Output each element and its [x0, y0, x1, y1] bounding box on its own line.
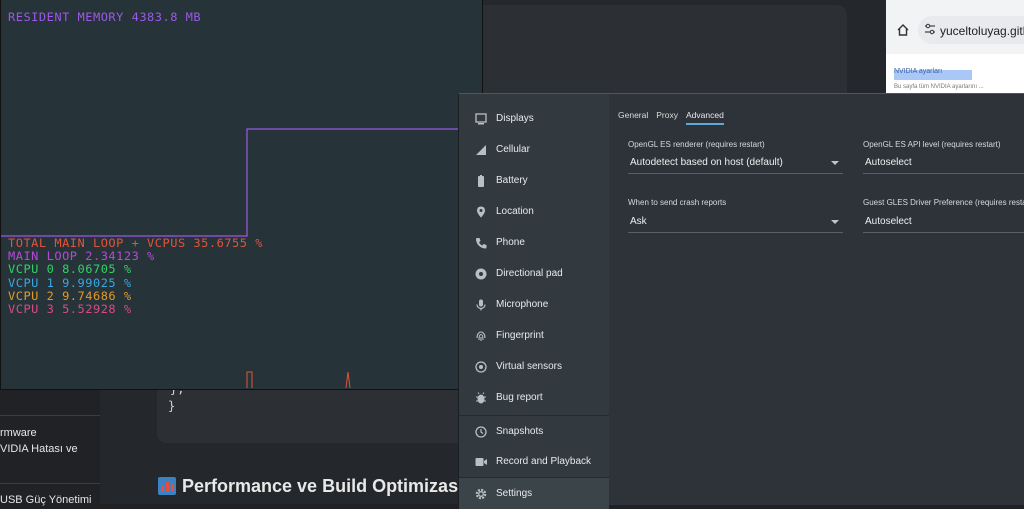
display-icon	[475, 112, 487, 124]
record-icon	[475, 457, 487, 466]
vcpu2-label: VCPU 2 9.74686 %	[8, 289, 132, 303]
section-title-text: Performance ve Build Optimizasy	[182, 476, 469, 496]
nav-item-label: Microphone	[496, 299, 549, 310]
nav-item-location[interactable]: Location	[459, 196, 609, 227]
nav-item-microphone[interactable]: Microphone	[459, 289, 609, 320]
vcpu3-label: VCPU 3 5.52928 %	[8, 302, 132, 316]
api-level-value: Autoselect	[865, 157, 912, 168]
nav-item-label: Bug report	[496, 392, 543, 403]
nav-item-label: Displays	[496, 113, 534, 124]
highlighted-text: NVIDIA ayarları	[894, 68, 943, 75]
performance-graph	[1, 128, 484, 389]
cpu-spike	[345, 371, 351, 389]
chevron-down-icon	[831, 220, 839, 224]
nav-item-displays[interactable]: Displays	[459, 103, 609, 134]
nav-item-snapshots[interactable]: Snapshots	[459, 415, 609, 447]
tab-advanced[interactable]: Advanced	[685, 110, 724, 125]
sidebar-item-usb[interactable]: USB Güç Yönetimi	[0, 494, 92, 506]
api-level-label: OpenGL ES API level (requires restart)	[863, 140, 1001, 149]
chevron-down-icon	[831, 161, 839, 165]
crash-reports-dropdown[interactable]: Ask	[628, 210, 843, 233]
sidebar-item-nvidia[interactable]: VIDIA Hatası ve	[0, 443, 78, 455]
total-main-loop-label: TOTAL MAIN LOOP + VCPUS 35.6755 %	[8, 236, 263, 250]
code-line: }	[168, 399, 176, 413]
nav-item-settings[interactable]: Settings	[459, 477, 609, 509]
nav-item-record-and-playback[interactable]: Record and Playback	[459, 446, 609, 477]
nav-item-phone[interactable]: Phone	[459, 227, 609, 258]
nav-item-battery[interactable]: Battery	[459, 165, 609, 196]
crash-reports-value: Ask	[630, 216, 647, 227]
sensors-icon	[475, 360, 487, 373]
cpu-spike	[246, 371, 253, 388]
vcpu1-label: VCPU 1 9.99025 %	[8, 276, 132, 290]
tab-proxy[interactable]: Proxy	[656, 110, 678, 125]
renderer-dropdown[interactable]: Autodetect based on host (default)	[628, 151, 843, 174]
nav-item-label: Battery	[496, 175, 528, 186]
nav-item-label: Record and Playback	[496, 456, 592, 467]
fingerprint-icon	[476, 330, 486, 341]
home-icon[interactable]	[896, 23, 910, 37]
nav-item-fingerprint[interactable]: Fingerprint	[459, 320, 609, 351]
dpad-icon	[475, 268, 487, 279]
sidebar-divider	[0, 483, 100, 484]
gles-driver-label: Guest GLES Driver Preference (requires r…	[863, 198, 1024, 207]
nav-item-label: Settings	[496, 488, 533, 499]
nav-item-cellular[interactable]: Cellular	[459, 134, 609, 165]
nav-item-bug-report[interactable]: Bug report	[459, 382, 609, 413]
bug-icon	[476, 391, 486, 403]
sidebar-item-firmware[interactable]: rmware	[0, 427, 37, 439]
memory-line	[1, 128, 484, 237]
main-loop-label: MAIN LOOP 2.34123 %	[8, 249, 155, 263]
sidebar-divider	[0, 415, 100, 416]
nav-item-label: Cellular	[496, 144, 530, 155]
snapshots-icon	[475, 425, 487, 438]
nav-item-label: Phone	[496, 237, 525, 248]
tab-general[interactable]: General	[618, 110, 648, 125]
nav-item-label: Location	[496, 206, 534, 217]
url-text[interactable]: yuceltoluyag.githu	[940, 24, 1024, 38]
resident-memory-label: RESIDENT MEMORY 4383.8 MB	[8, 10, 202, 24]
microphone-icon	[476, 299, 486, 310]
chart-emoji-icon	[158, 477, 176, 495]
nav-item-label: Virtual sensors	[496, 361, 562, 372]
section-title: Performance ve Build Optimizasy	[158, 476, 468, 497]
crash-reports-label: When to send crash reports	[628, 198, 727, 207]
nav-item-label: Fingerprint	[496, 330, 544, 341]
api-level-dropdown[interactable]: Autoselect	[863, 151, 1024, 174]
nav-list: Displays Cellular Battery Location Phone Dire…	[459, 103, 609, 509]
gear-icon	[475, 488, 487, 499]
page-text: Bu sayfa tüm NVIDIA ayarlarını ...	[894, 84, 984, 90]
cellular-icon	[476, 144, 486, 155]
renderer-value: Autodetect based on host (default)	[630, 157, 783, 168]
gles-driver-dropdown[interactable]: Autoselect	[863, 210, 1024, 233]
phone-icon	[476, 237, 487, 248]
nav-item-label: Directional pad	[496, 268, 563, 279]
location-icon	[477, 206, 485, 217]
site-settings-icon[interactable]	[924, 23, 936, 35]
settings-tabs: General Proxy Advanced	[618, 110, 724, 125]
performance-graph-window	[0, 0, 484, 390]
nav-item-directional-pad[interactable]: Directional pad	[459, 258, 609, 289]
renderer-label: OpenGL ES renderer (requires restart)	[628, 140, 765, 149]
nav-item-label: Snapshots	[496, 426, 544, 437]
vcpu0-label: VCPU 0 8.06705 %	[8, 262, 132, 276]
nav-item-virtual-sensors[interactable]: Virtual sensors	[459, 351, 609, 382]
battery-icon	[478, 174, 484, 187]
gles-driver-value: Autoselect	[865, 216, 912, 227]
browser-window: yuceltoluyag.githu NVIDIA ayarları Bu sa…	[886, 0, 1024, 94]
